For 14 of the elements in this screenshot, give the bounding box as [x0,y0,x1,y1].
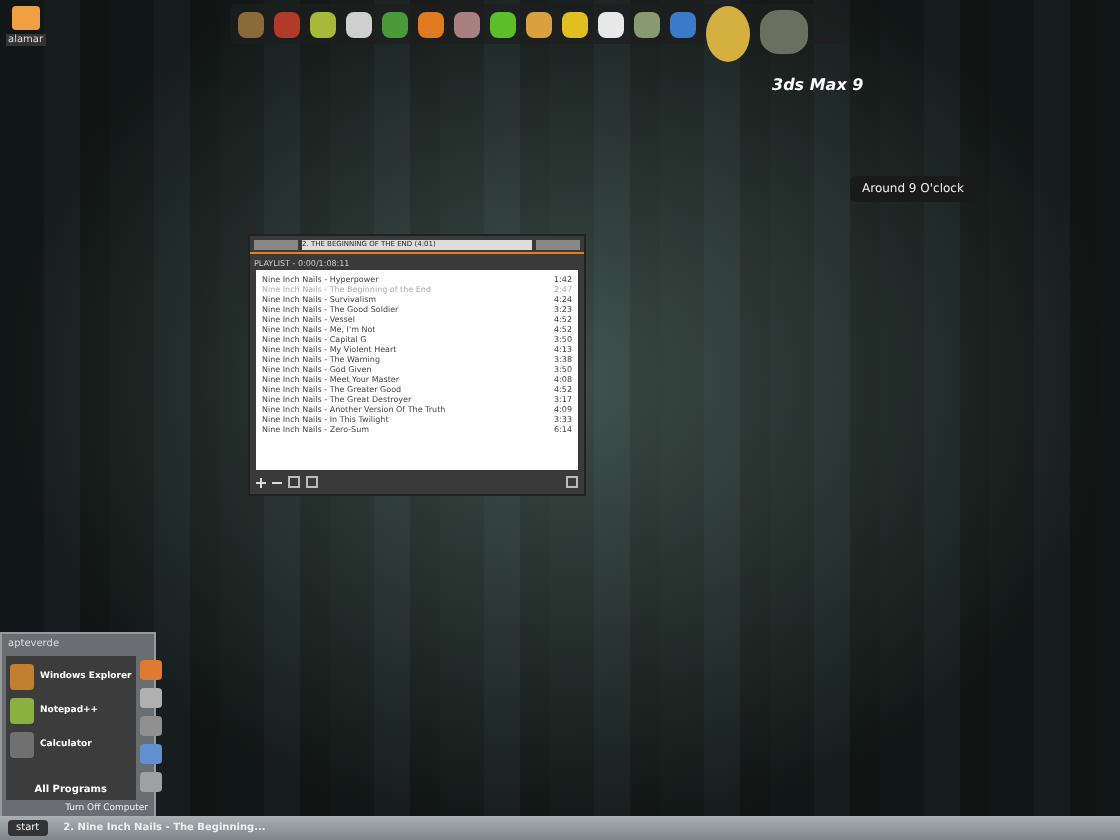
app-icon[interactable] [418,11,444,37]
app-icon[interactable] [526,11,552,37]
square-icon[interactable] [288,476,300,488]
square-icon[interactable] [306,476,318,488]
app-icon[interactable] [634,11,660,37]
app-icon[interactable] [598,11,624,37]
menu-icon[interactable] [566,476,578,488]
app-icon[interactable] [490,11,516,37]
folder-icon[interactable] [11,6,40,30]
app-icon[interactable] [562,11,588,37]
app-icon[interactable] [310,11,336,37]
add-icon[interactable] [256,477,266,487]
dock-caption: 3ds Max 9 [772,76,864,94]
app-icon[interactable] [346,11,372,37]
